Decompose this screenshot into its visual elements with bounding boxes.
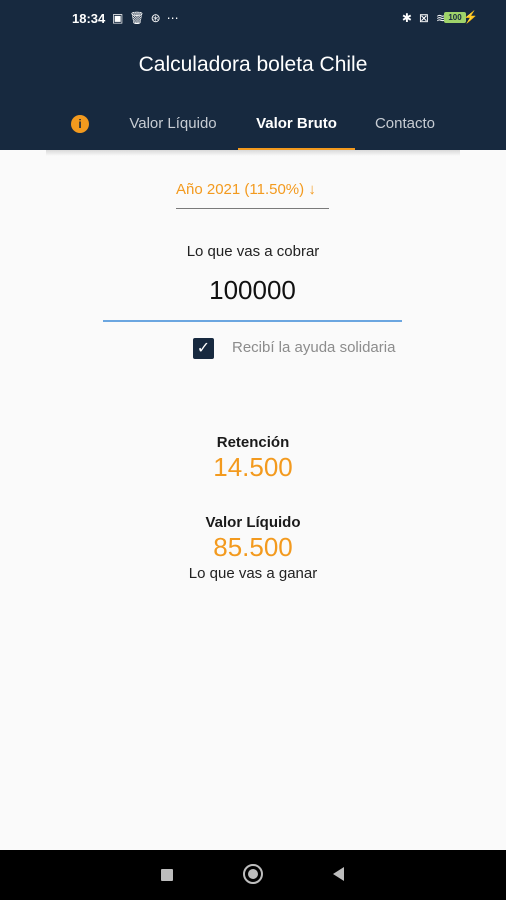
tab-valor-liquido[interactable]: Valor Líquido xyxy=(108,104,238,150)
checkmark-icon: ✓ xyxy=(196,340,211,357)
sim-icon: ⊠ xyxy=(418,11,429,25)
valor-liquido-label: Valor Líquido xyxy=(205,514,301,531)
navigation-bar xyxy=(0,850,506,900)
amount-label: Lo que vas a cobrar xyxy=(186,243,320,260)
back-button[interactable] xyxy=(333,867,344,881)
app-bar: Calculadora boleta Chile i Valor Líquido… xyxy=(0,36,506,151)
info-icon[interactable]: i xyxy=(71,115,89,133)
status-bar: 18:34 ▣ 🗑 ⊛ ⋯ ✱ ⊠ ≋ 100 ⚡ xyxy=(0,0,506,36)
main-content: Año 2021 (11.50%) ↓ Lo que vas a cobrar … xyxy=(0,150,506,850)
charging-icon: ⚡ xyxy=(463,10,478,24)
arrow-down-icon: ↓ xyxy=(308,181,316,198)
tab-bar: i Valor Líquido Valor Bruto Contacto xyxy=(0,104,506,150)
app-title: Calculadora boleta Chile xyxy=(138,53,368,76)
ayuda-solidaria-label[interactable]: Recibí la ayuda solidaria xyxy=(232,339,395,356)
status-system-icons: ✱ ⊠ ≋ xyxy=(402,11,446,25)
tab-contacto[interactable]: Contacto xyxy=(355,104,455,150)
trash-icon: 🗑 xyxy=(129,11,145,25)
amount-input[interactable]: 100000 xyxy=(103,272,402,322)
home-button[interactable] xyxy=(243,864,263,884)
status-notification-icons: ▣ 🗑 ⊛ ⋯ xyxy=(112,11,179,25)
tab-valor-bruto[interactable]: Valor Bruto xyxy=(238,104,355,150)
sync-icon: ⊛ xyxy=(150,11,161,25)
ayuda-solidaria-checkbox[interactable]: ✓ xyxy=(193,338,214,359)
bluetooth-icon: ✱ xyxy=(401,11,412,25)
year-select-value: Año 2021 (11.50%) xyxy=(176,181,305,198)
recents-button[interactable] xyxy=(161,869,173,881)
tab-shadow xyxy=(46,150,460,156)
valor-liquido-value: 85.500 xyxy=(213,532,293,562)
retencion-value: 14.500 xyxy=(213,452,293,482)
status-time: 18:34 xyxy=(72,11,106,26)
more-icon: ⋯ xyxy=(166,11,179,25)
retencion-label: Retención xyxy=(216,434,290,451)
image-icon: ▣ xyxy=(112,11,124,25)
valor-liquido-subtitle: Lo que vas a ganar xyxy=(188,565,318,582)
year-select[interactable]: Año 2021 (11.50%) ↓ xyxy=(176,181,329,209)
